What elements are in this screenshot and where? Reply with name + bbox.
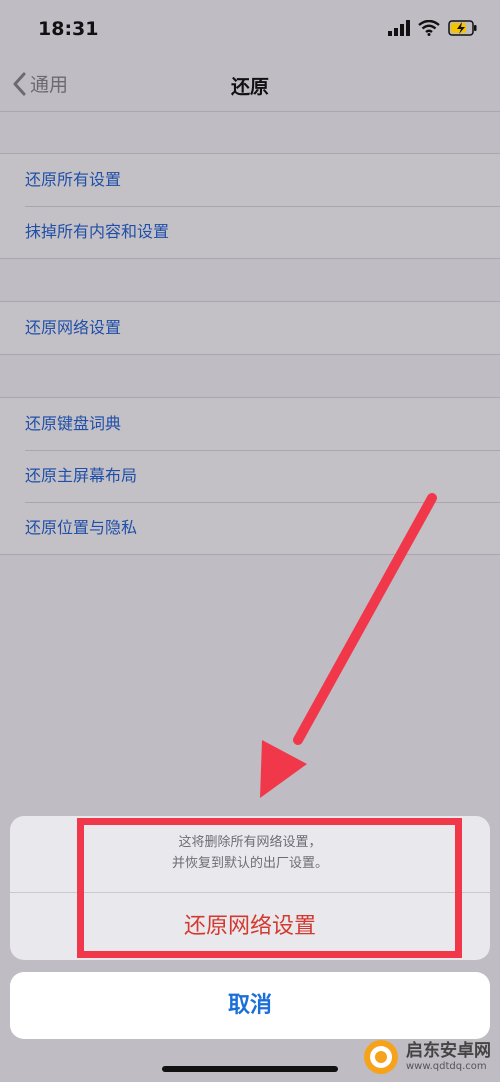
cancel-button[interactable]: 取消 xyxy=(10,972,490,1039)
reset-network-confirm-button[interactable]: 还原网络设置 xyxy=(10,893,490,960)
watermark-name: 启东安卓网 xyxy=(406,1041,491,1061)
watermark-logo-icon xyxy=(364,1040,398,1074)
message-line-1: 这将删除所有网络设置， xyxy=(178,835,322,850)
home-indicator[interactable] xyxy=(162,1066,338,1072)
watermark-url: www.qdtdq.com xyxy=(406,1061,487,1072)
action-sheet: 这将删除所有网络设置， 并恢复到默认的出厂设置。 还原网络设置 xyxy=(10,816,490,960)
message-line-2: 并恢复到默认的出厂设置。 xyxy=(171,856,328,871)
action-sheet-message: 这将删除所有网络设置， 并恢复到默认的出厂设置。 xyxy=(10,816,490,892)
watermark: 启东安卓网 www.qdtdq.com xyxy=(362,1038,491,1076)
